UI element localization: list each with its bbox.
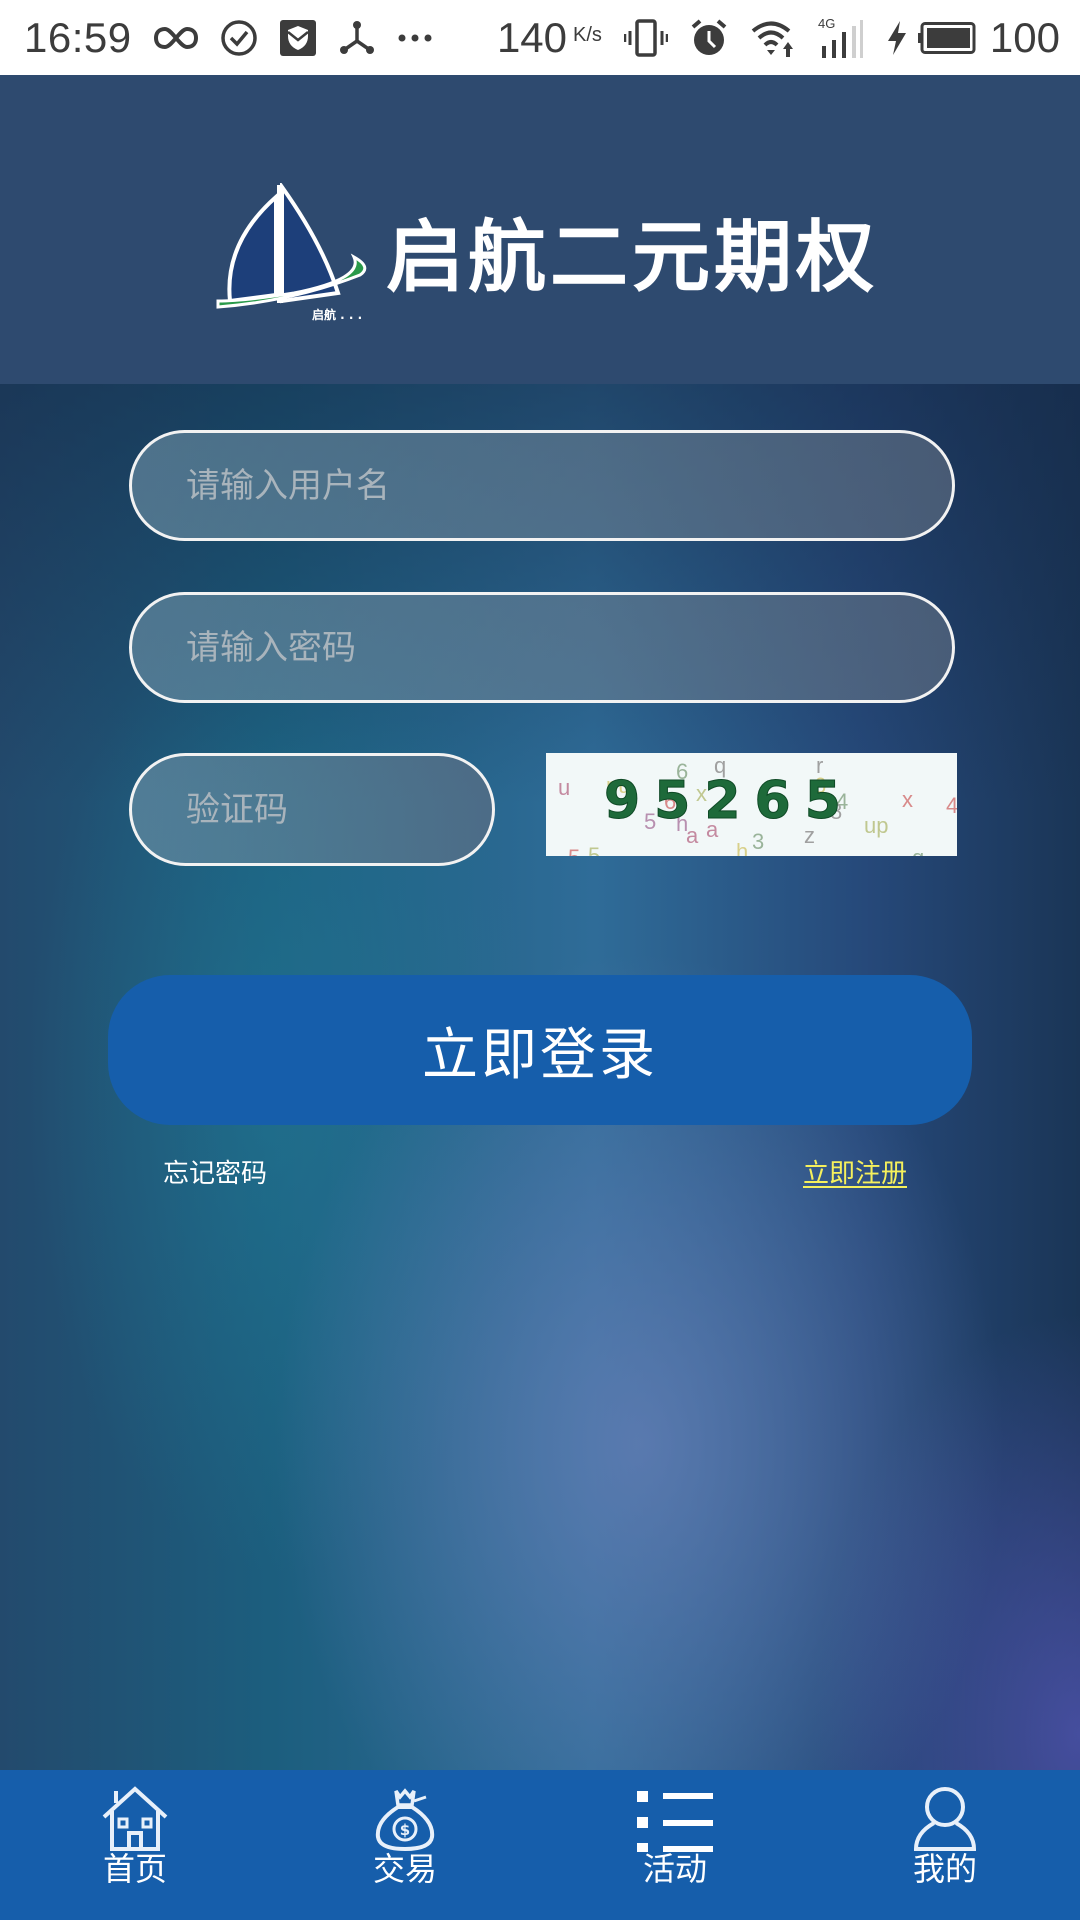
captcha-noise-char: 5 [588, 843, 601, 856]
username-field[interactable] [129, 430, 955, 541]
nav-item-trade[interactable]: $ 交易 [270, 1770, 540, 1920]
app-header: 启航 . . . 启航二元期权 [0, 75, 1080, 384]
username-input[interactable] [132, 465, 952, 506]
nav-label: 交易 [372, 1850, 437, 1888]
captcha-noise-char: 4 [946, 793, 957, 818]
captcha-field[interactable] [129, 753, 495, 866]
check-circle-icon [220, 19, 258, 57]
nav-label: 我的 [912, 1850, 977, 1888]
battery-level: 100 [989, 13, 1060, 61]
charging-icon [886, 20, 908, 55]
svg-text:4G: 4G [818, 16, 835, 31]
svg-text:$: $ [400, 1821, 410, 1839]
svg-text:启航 . . .: 启航 . . . [312, 307, 362, 322]
captcha-noise-char: 3 [752, 829, 765, 854]
captcha-noise-char: u [558, 775, 571, 800]
register-link[interactable]: 立即注册 [803, 1153, 907, 1190]
captcha-noise-char: 5 [568, 845, 580, 856]
captcha-code: 95265 [604, 771, 855, 832]
more-dots-icon [398, 33, 432, 43]
share-nodes-icon [338, 19, 376, 57]
list-icon [635, 1784, 715, 1854]
forgot-password-link[interactable]: 忘记密码 [163, 1153, 267, 1190]
nav-item-mine[interactable]: 我的 [810, 1770, 1080, 1920]
status-bar-right: 140 K/s 4G 100 [497, 0, 1060, 75]
captcha-image[interactable]: upu6q6xha648xup5ah3z55dkrqr4 95265 [546, 753, 957, 856]
status-bar: 16:59 140 K/s 4G 100 [0, 0, 1080, 75]
captcha-noise-char: q [912, 845, 924, 856]
password-input[interactable] [132, 627, 952, 668]
nav-item-home[interactable]: 首页 [0, 1770, 270, 1920]
captcha-noise-char: d [731, 853, 743, 856]
user-icon [905, 1784, 985, 1854]
status-time: 16:59 [24, 13, 132, 61]
net-speed: 140 [496, 13, 568, 61]
signal-4g-icon: 4G [818, 16, 864, 60]
vibrate-icon [623, 18, 668, 58]
app-name: 启航二元期权 [386, 213, 879, 303]
shield-app-icon [279, 19, 316, 56]
sailboat-logo-icon: 启航 . . . [214, 180, 374, 323]
money-bag-icon: $ [365, 1784, 445, 1854]
nav-item-activity[interactable]: 活动 [540, 1770, 810, 1920]
alarm-icon [690, 18, 728, 58]
home-icon [95, 1784, 175, 1854]
captcha-noise-char: up [864, 813, 889, 838]
battery-icon [917, 21, 976, 54]
login-button[interactable]: 立即登录 [108, 975, 972, 1125]
wifi-icon [750, 18, 796, 58]
captcha-noise-char: k [756, 853, 767, 856]
status-bar-left: 16:59 [24, 0, 432, 75]
nav-label: 首页 [102, 1850, 167, 1888]
nav-label: 活动 [642, 1850, 707, 1888]
captcha-input[interactable] [132, 789, 492, 830]
captcha-noise-char: x [902, 787, 913, 812]
password-field[interactable] [129, 592, 955, 703]
net-speed-unit: K/s [573, 24, 602, 46]
infinity-icon [153, 25, 198, 51]
captcha-noise-char: r [842, 849, 849, 856]
bottom-nav: 首页 $ 交易 活动 我的 [0, 1770, 1080, 1920]
